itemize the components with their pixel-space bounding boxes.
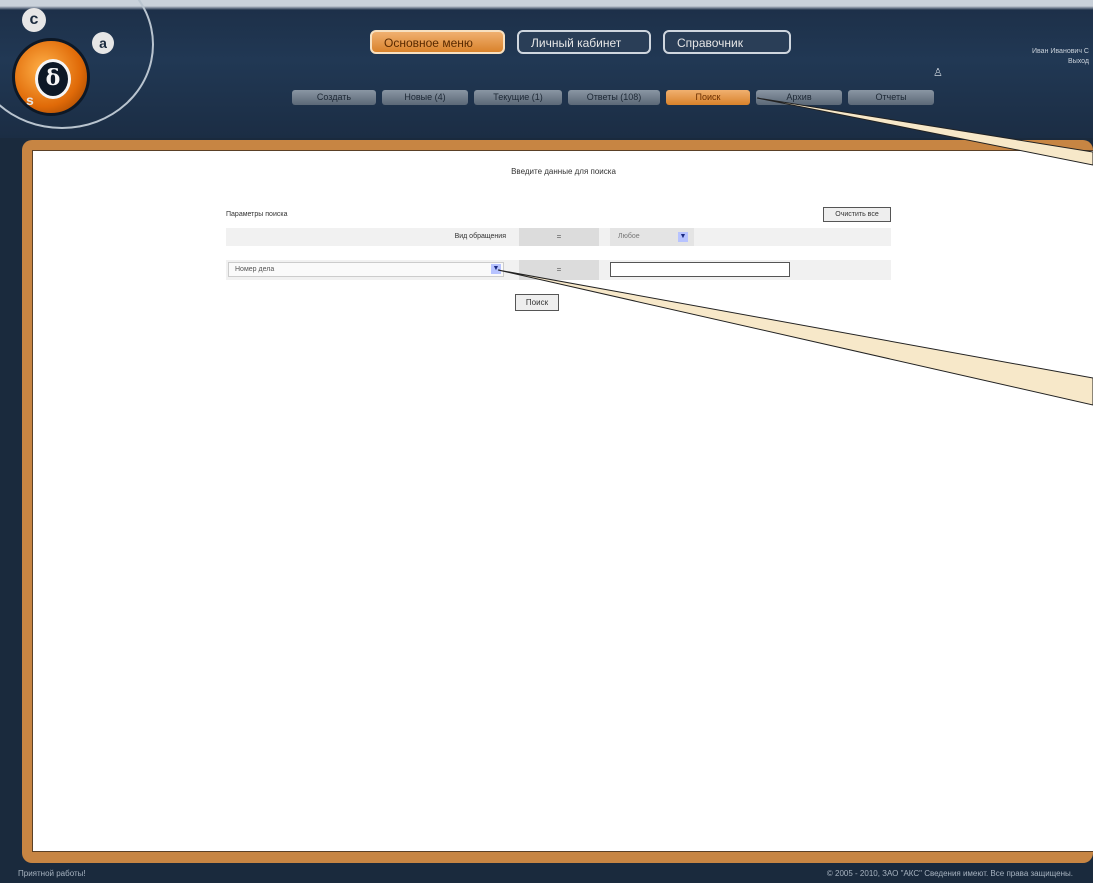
search-panel: Введите данные для поиска Параметры поис… [32, 150, 1093, 852]
subtab-archive[interactable]: Архив [756, 90, 842, 105]
search-params-label: Параметры поиска [226, 211, 288, 218]
criteria-label: Вид обращения [454, 233, 506, 240]
search-button[interactable]: Поиск [515, 294, 559, 311]
user-info: Иван Иванович С Выход [1032, 47, 1089, 67]
criteria-operator: = [519, 228, 599, 246]
logout-link[interactable]: Выход [1032, 57, 1089, 67]
subtab-reports[interactable]: Отчеты [848, 90, 934, 105]
subtab-answers[interactable]: Ответы (108) [568, 90, 660, 105]
clear-all-button[interactable]: Очистить все [823, 207, 891, 222]
logo-a-badge: a [92, 32, 114, 54]
criteria-value-input[interactable] [610, 262, 790, 277]
subtab-create[interactable]: Создать [292, 90, 376, 105]
app-header: δ c a s Основное меню Личный кабинет Спр… [0, 0, 1093, 138]
criteria-row-custom: Номер дела ▼ = [226, 260, 891, 280]
sub-tabs: Создать Новые (4) Текущие (1) Ответы (10… [292, 90, 934, 105]
subtab-new[interactable]: Новые (4) [382, 90, 468, 105]
tab-main-menu[interactable]: Основное меню [370, 30, 505, 54]
user-name: Иван Иванович С [1032, 48, 1089, 55]
subtab-search[interactable]: Поиск [666, 90, 750, 105]
criteria-row-appeal-type: Вид обращения = Любое ▼ [226, 228, 891, 246]
field-select[interactable]: Номер дела ▼ [228, 262, 504, 277]
logo-delta-icon: δ [35, 59, 71, 99]
panel-title: Введите данные для поиска [511, 167, 616, 176]
subtab-current[interactable]: Текущие (1) [474, 90, 562, 105]
logo-c-badge: c [22, 8, 46, 32]
main-tabs: Основное меню Личный кабинет Справочник [370, 30, 791, 54]
chevron-down-icon[interactable]: ▼ [491, 264, 501, 274]
tab-personal-cabinet[interactable]: Личный кабинет [517, 30, 651, 54]
chevron-down-icon[interactable]: ▼ [678, 232, 688, 242]
app-footer: Приятной работы! © 2005 - 2010, ЗАО "АКС… [0, 865, 1093, 883]
criteria-operator: = [519, 260, 599, 280]
appeal-type-select[interactable]: Любое ▼ [610, 228, 694, 246]
logo-s-letter: s [26, 92, 34, 108]
user-icon[interactable]: ♙ [933, 66, 943, 79]
footer-greeting: Приятной работы! [18, 869, 86, 878]
app-logo: δ [12, 38, 90, 116]
footer-copyright: © 2005 - 2010, ЗАО "АКС" Сведения имеют.… [826, 869, 1073, 878]
tab-reference[interactable]: Справочник [663, 30, 791, 54]
appeal-type-value: Любое [618, 233, 640, 240]
field-select-value: Номер дела [235, 266, 275, 273]
